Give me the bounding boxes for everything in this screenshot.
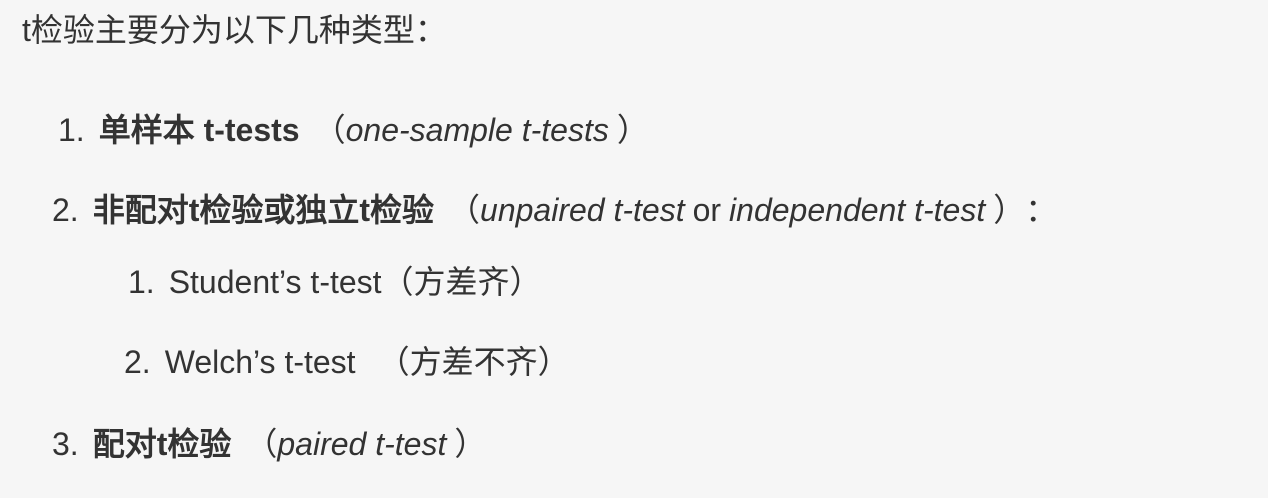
list-number: 1. (128, 264, 155, 300)
item-title: 单样本 t-tests (98, 112, 300, 148)
sub-item-note: （方差不齐） (377, 344, 570, 380)
sub-item-text: Welch’s t-test (164, 344, 356, 380)
item-english-term: paired t-test (277, 426, 447, 462)
item-connector: or (692, 192, 722, 228)
document: t检验主要分为以下几种类型： 1. 单样本 t-tests （one-sample … (0, 0, 1268, 498)
item-title: 非配对t检验或独立t检验 (92, 192, 435, 228)
list-number: 3. (52, 426, 79, 462)
item-suffix: ： (1025, 192, 1058, 228)
intro-paragraph: t检验主要分为以下几种类型： (22, 12, 447, 48)
sub-item-text: Student’s t-test（方差齐） (168, 264, 542, 300)
paren-open: （ (313, 112, 346, 148)
paren-close: ） (993, 192, 1026, 228)
item-title: 配对t检验 (92, 426, 232, 462)
item-english-term: one-sample t-tests (345, 112, 609, 148)
list-item-paired: 3. 配对t检验 （paired t-test） (52, 422, 486, 466)
list-number: 2. (124, 344, 151, 380)
paren-close: ） (454, 426, 487, 462)
paren-open: （ (448, 192, 481, 228)
list-number: 2. (52, 192, 79, 228)
paren-close: ） (616, 112, 649, 148)
paren-open: （ (245, 426, 278, 462)
sub-list-item-student: 1. Student’s t-test（方差齐） (128, 260, 542, 304)
sub-list-item-welch: 2. Welch’s t-test （方差不齐） (124, 340, 570, 384)
item-english-term-alt: independent t-test (729, 192, 986, 228)
list-number: 1. (58, 112, 85, 148)
list-item-unpaired: 2. 非配对t检验或独立t检验 （unpaired t-test or independ… (52, 188, 1057, 232)
list-item-one-sample: 1. 单样本 t-tests （one-sample t-tests） (58, 108, 649, 152)
item-english-term: unpaired t-test (480, 192, 685, 228)
